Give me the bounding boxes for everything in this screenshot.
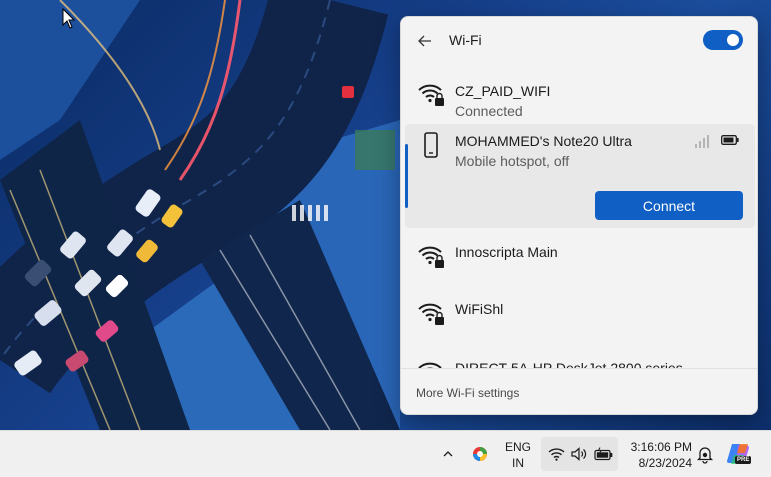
network-item-direct-hp-deskjet[interactable]: DIRECT-5A-HP DeskJet 2800 series xyxy=(405,351,755,368)
app-tray-icon[interactable] xyxy=(470,443,490,465)
wifi-flyout: Wi-Fi CZ_PAID_WIFI Connected MOHAMMED's … xyxy=(400,16,758,415)
selection-accent xyxy=(405,144,408,208)
network-name: WiFiShl xyxy=(455,301,504,317)
wifi-secured-icon xyxy=(418,303,444,325)
battery-charging-icon xyxy=(594,447,613,461)
chevron-up-icon xyxy=(443,451,453,457)
clock-time: 3:16:06 PM xyxy=(630,440,692,454)
clock[interactable]: 3:16:06 PM 8/23/2024 xyxy=(622,439,692,471)
flyout-header: Wi-Fi xyxy=(401,17,757,65)
battery-icon xyxy=(721,135,739,145)
volume-icon xyxy=(571,447,587,461)
network-list[interactable]: CZ_PAID_WIFI Connected MOHAMMED's Note20… xyxy=(401,65,757,368)
network-status: Mobile hotspot, off xyxy=(455,153,570,169)
language-code: ENG xyxy=(504,440,531,454)
connect-button[interactable]: Connect xyxy=(595,191,743,220)
wifi-icon xyxy=(548,448,565,461)
network-name: Innoscripta Main xyxy=(455,244,558,260)
network-name: DIRECT-5A-HP DeskJet 2800 series xyxy=(455,360,683,368)
flyout-footer: More Wi-Fi settings xyxy=(401,368,757,414)
network-name: MOHAMMED's Note20 Ultra xyxy=(455,133,632,149)
network-status: Connected xyxy=(455,103,523,119)
notification-bell-icon[interactable] xyxy=(696,444,714,464)
toggle-knob xyxy=(727,34,739,46)
phone-icon xyxy=(424,132,438,158)
quick-settings-button[interactable] xyxy=(541,437,618,471)
network-item-wifishl[interactable]: WiFiShl xyxy=(405,292,755,332)
wifi-toggle[interactable] xyxy=(703,30,743,50)
wifi-secured-icon xyxy=(418,362,442,368)
wifi-secured-icon xyxy=(418,246,444,268)
network-item-mohammed-hotspot[interactable]: MOHAMMED's Note20 Ultra Mobile hotspot, … xyxy=(405,124,755,228)
copilot-button[interactable]: PRE xyxy=(726,441,752,467)
back-button[interactable] xyxy=(413,29,437,53)
preview-badge: PRE xyxy=(735,456,752,464)
back-arrow-icon xyxy=(418,35,431,47)
signal-strength-icon xyxy=(695,135,709,148)
mouse-cursor-icon xyxy=(62,8,76,29)
network-item-cz-paid-wifi[interactable]: CZ_PAID_WIFI Connected xyxy=(405,73,755,123)
flyout-title: Wi-Fi xyxy=(449,32,482,48)
taskbar: ENG IN 3:16:06 PM 8/23/2024 PRE xyxy=(0,430,771,477)
clock-date: 8/23/2024 xyxy=(638,456,692,470)
network-name: CZ_PAID_WIFI xyxy=(455,83,551,99)
more-wifi-settings-link[interactable]: More Wi-Fi settings xyxy=(416,386,519,400)
language-indicator[interactable]: ENG IN xyxy=(500,439,536,471)
show-hidden-icons-button[interactable] xyxy=(438,443,458,465)
network-item-innoscripta-main[interactable]: Innoscripta Main xyxy=(405,235,755,275)
wifi-secured-icon xyxy=(418,84,444,106)
region-code: IN xyxy=(512,456,524,470)
